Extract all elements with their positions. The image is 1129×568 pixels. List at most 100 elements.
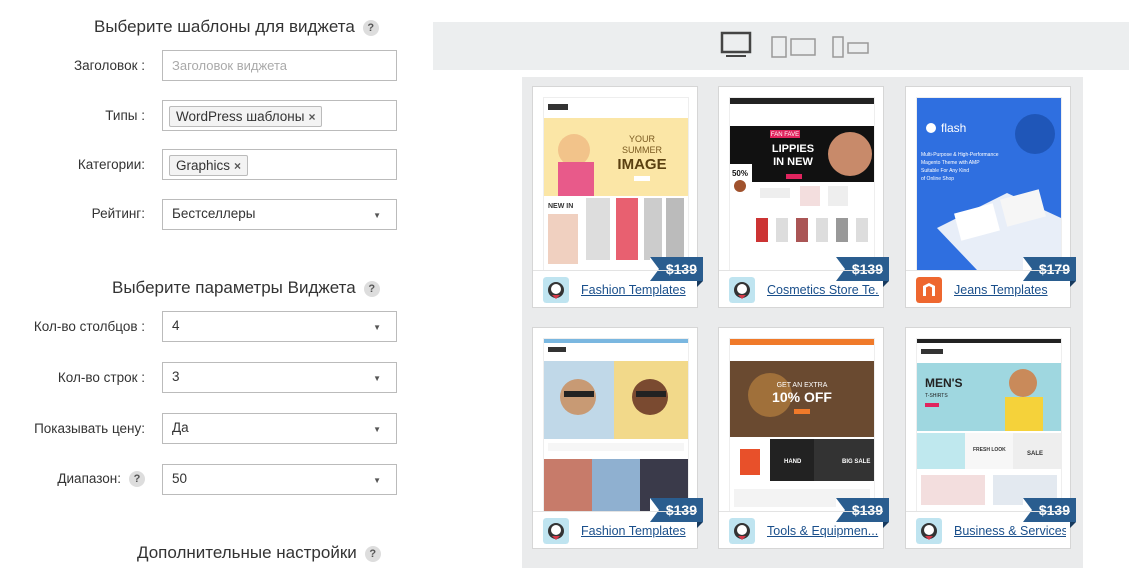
- svg-text:Multi-Purpose & High-Performan: Multi-Purpose & High-Performance: [921, 152, 999, 158]
- template-card[interactable]: YOUR SUMMER IMAGE NEW IN $139 Fashion Te…: [532, 86, 704, 309]
- section-title-extra: Дополнительные настройки?: [137, 543, 381, 563]
- card-footer: Jeans Templates: [906, 270, 1070, 309]
- chevron-down-icon: ▼: [373, 476, 381, 485]
- category-link[interactable]: Cosmetics Store Te...: [767, 283, 879, 297]
- show-price-value: Да: [172, 420, 189, 435]
- columns-select[interactable]: 4 ▼: [162, 311, 397, 342]
- section-title-templates: Выберите шаблоны для виджета?: [94, 17, 379, 37]
- svg-text:of Online Shop: of Online Shop: [921, 176, 954, 182]
- remove-tag-icon[interactable]: ×: [234, 159, 241, 173]
- preview-grid: YOUR SUMMER IMAGE NEW IN $139 Fashion Te…: [522, 77, 1083, 568]
- template-card[interactable]: MEN'S T-SHIRTS FRESH LOOK SALE $139 Busi…: [905, 327, 1077, 550]
- svg-text:Suitable For Any Kind: Suitable For Any Kind: [921, 168, 969, 174]
- columns-value: 4: [172, 318, 180, 333]
- range-select[interactable]: 50 ▼: [162, 464, 397, 495]
- show-price-label: Показывать цену:: [34, 421, 145, 436]
- categories-label: Категории:: [77, 157, 145, 172]
- card-footer: Cosmetics Store Te...: [719, 270, 883, 309]
- svg-text:HAND: HAND: [784, 459, 802, 465]
- prestashop-icon: [729, 277, 755, 303]
- range-value: 50: [172, 471, 188, 486]
- template-thumbnail[interactable]: FAN FAVE LIPPIES IN NEW 50%: [729, 97, 875, 271]
- card-footer: Tools & Equipmen...: [719, 511, 883, 550]
- prestashop-icon: [543, 518, 569, 544]
- svg-text:MEN'S: MEN'S: [925, 376, 963, 390]
- template-thumbnail[interactable]: MEN'S T-SHIRTS FRESH LOOK SALE: [916, 338, 1062, 512]
- chevron-down-icon: ▼: [373, 211, 381, 220]
- show-price-select[interactable]: Да ▼: [162, 413, 397, 444]
- template-thumbnail[interactable]: [543, 338, 689, 512]
- chevron-down-icon: ▼: [373, 374, 381, 383]
- help-icon[interactable]: ?: [364, 545, 381, 562]
- rating-value: Бестселлеры: [172, 206, 256, 221]
- tablet-icon[interactable]: [771, 36, 817, 58]
- svg-text:10% OFF: 10% OFF: [772, 389, 832, 405]
- template-card[interactable]: GET AN EXTRA 10% OFF HAND BIG SALE $139 …: [718, 327, 890, 550]
- prestashop-icon: [916, 518, 942, 544]
- section-title-text: Выберите параметры Виджета: [112, 278, 356, 297]
- section-title-text: Выберите шаблоны для виджета: [94, 17, 355, 36]
- range-label-text: Диапазон:: [57, 471, 121, 486]
- help-icon[interactable]: ?: [362, 19, 379, 36]
- template-card[interactable]: flash Multi-Purpose & High-Performance M…: [905, 86, 1077, 309]
- title-input[interactable]: Заголовок виджета: [162, 50, 397, 81]
- help-icon[interactable]: ?: [129, 471, 145, 488]
- types-field[interactable]: WordPress шаблоны ×: [162, 100, 397, 131]
- section-title-text: Дополнительные настройки: [137, 543, 357, 562]
- chevron-down-icon: ▼: [373, 425, 381, 434]
- categories-field[interactable]: Graphics ×: [162, 149, 397, 180]
- category-link[interactable]: Business & Services: [954, 524, 1066, 538]
- remove-tag-icon[interactable]: ×: [308, 110, 315, 124]
- types-tag: WordPress шаблоны ×: [169, 106, 323, 127]
- mobile-icon[interactable]: [832, 36, 870, 58]
- rows-value: 3: [172, 369, 180, 384]
- svg-text:FRESH LOOK: FRESH LOOK: [973, 447, 1006, 453]
- rows-select[interactable]: 3 ▼: [162, 362, 397, 393]
- category-link[interactable]: Tools & Equipmen...: [767, 524, 879, 538]
- title-placeholder: Заголовок виджета: [172, 58, 288, 73]
- svg-text:LIPPIES: LIPPIES: [772, 143, 814, 155]
- svg-text:BIG SALE: BIG SALE: [842, 459, 870, 465]
- help-icon[interactable]: ?: [363, 280, 380, 297]
- card-footer: Business & Services: [906, 511, 1070, 550]
- category-link[interactable]: Fashion Templates: [581, 283, 693, 297]
- svg-text:IN NEW: IN NEW: [773, 156, 813, 168]
- svg-text:GET AN EXTRA: GET AN EXTRA: [777, 382, 828, 389]
- template-thumbnail[interactable]: YOUR SUMMER IMAGE NEW IN: [543, 97, 689, 271]
- rows-label: Кол-во строк :: [57, 370, 145, 385]
- svg-text:SUMMER: SUMMER: [622, 145, 662, 155]
- category-link[interactable]: Fashion Templates: [581, 524, 693, 538]
- prestashop-icon: [729, 518, 755, 544]
- svg-text:IMAGE: IMAGE: [617, 156, 666, 173]
- desktop-icon[interactable]: [720, 31, 752, 59]
- categories-tag-label: Graphics: [176, 158, 231, 173]
- prestashop-icon: [543, 277, 569, 303]
- svg-text:Magento Theme with AMP: Magento Theme with AMP: [921, 160, 980, 166]
- svg-text:SALE: SALE: [1027, 451, 1043, 457]
- svg-text:YOUR: YOUR: [629, 134, 656, 144]
- chevron-down-icon: ▼: [373, 323, 381, 332]
- magento-icon: [916, 277, 942, 303]
- types-tag-label: WordPress шаблоны: [176, 109, 305, 124]
- columns-label: Кол-во столбцов :: [33, 319, 145, 334]
- range-label: Диапазон:?: [57, 471, 145, 488]
- category-link[interactable]: Jeans Templates: [954, 283, 1066, 297]
- template-card[interactable]: FAN FAVE LIPPIES IN NEW 50% $139 Cosmeti…: [718, 86, 890, 309]
- svg-text:flash: flash: [941, 121, 966, 135]
- types-label: Типы :: [105, 108, 145, 123]
- svg-text:FAN FAVE: FAN FAVE: [771, 132, 799, 138]
- card-footer: Fashion Templates: [533, 511, 697, 550]
- svg-text:50%: 50%: [732, 169, 748, 178]
- device-toolbar: [433, 22, 1129, 70]
- template-thumbnail[interactable]: flash Multi-Purpose & High-Performance M…: [916, 97, 1062, 271]
- card-footer: Fashion Templates: [533, 270, 697, 309]
- rating-label: Рейтинг:: [91, 206, 145, 221]
- rating-select[interactable]: Бестселлеры ▼: [162, 199, 397, 230]
- svg-text:T-SHIRTS: T-SHIRTS: [925, 393, 948, 399]
- categories-tag: Graphics ×: [169, 155, 249, 176]
- section-title-params: Выберите параметры Виджета?: [112, 278, 380, 298]
- template-thumbnail[interactable]: GET AN EXTRA 10% OFF HAND BIG SALE: [729, 338, 875, 512]
- title-label: Заголовок :: [74, 58, 145, 73]
- template-card[interactable]: $139 Fashion Templates: [532, 327, 704, 550]
- svg-text:NEW IN: NEW IN: [548, 203, 573, 210]
